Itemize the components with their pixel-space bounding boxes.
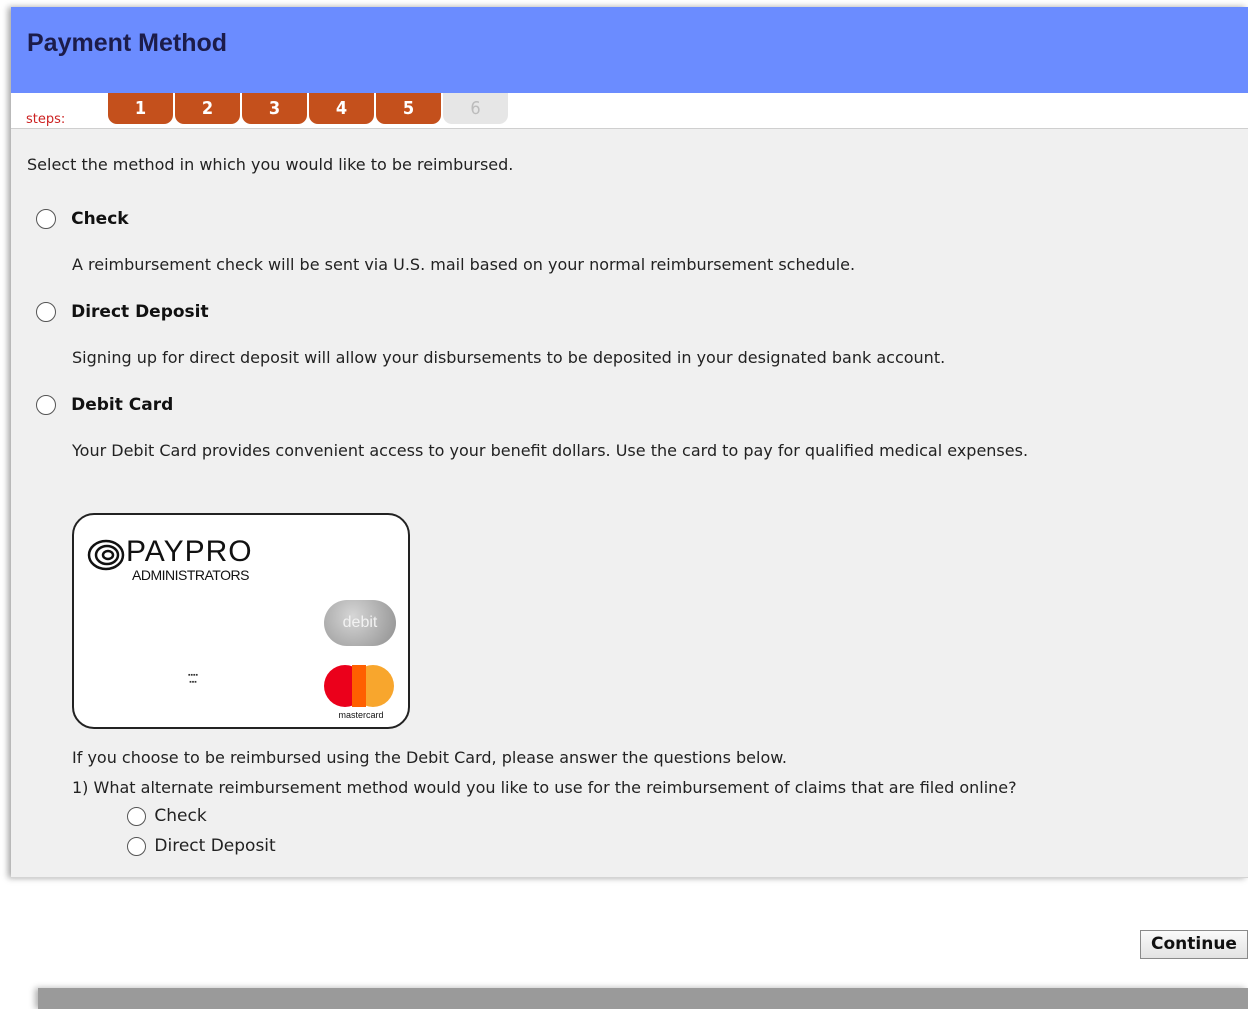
question-1: 1) What alternate reimbursement method w… <box>72 778 1017 797</box>
alt-direct-deposit-label[interactable]: Direct Deposit <box>154 836 275 856</box>
step-4[interactable]: 4 <box>309 93 374 124</box>
option-debit-card-description: Your Debit Card provides convenient acce… <box>72 441 1029 460</box>
option-debit-card-label[interactable]: Debit Card <box>71 395 173 415</box>
debit-badge: debit <box>324 600 396 646</box>
page-title: Payment Method <box>27 29 228 57</box>
footer-bar <box>38 988 1248 1009</box>
paypro-logo-icon <box>87 539 125 571</box>
option-direct-deposit-description: Signing up for direct deposit will allow… <box>72 348 946 367</box>
step-6: 6 <box>443 93 508 124</box>
alt-option-direct-deposit[interactable]: Direct Deposit <box>127 836 276 858</box>
alt-check-radio[interactable] <box>127 806 146 826</box>
page-header: Payment Method <box>11 7 1248 93</box>
step-1[interactable]: 1 <box>108 93 173 124</box>
step-2[interactable]: 2 <box>175 93 240 124</box>
steps-label: steps: <box>26 112 66 127</box>
continue-button[interactable]: Continue <box>1140 930 1248 959</box>
mastercard-logo-icon: mastercard <box>324 663 398 723</box>
option-check-label[interactable]: Check <box>71 209 129 229</box>
option-debit-card[interactable]: Debit Card <box>36 394 173 418</box>
card-chip-marking: ▪▪▪▪ ▪▪▪ <box>188 672 198 686</box>
card-brand: PAYPRO <box>126 535 253 568</box>
step-indicator: steps: 1 2 3 4 5 6 <box>11 93 1248 129</box>
direct-deposit-radio[interactable] <box>36 301 56 322</box>
alt-option-check[interactable]: Check <box>127 806 207 828</box>
check-radio[interactable] <box>36 208 56 229</box>
alt-check-label[interactable]: Check <box>154 806 206 826</box>
debit-card-radio[interactable] <box>36 394 56 415</box>
instructions: Select the method in which you would lik… <box>27 155 514 174</box>
option-check[interactable]: Check <box>36 208 129 232</box>
step-5[interactable]: 5 <box>376 93 441 124</box>
debit-questions-intro: If you choose to be reimbursed using the… <box>72 748 787 767</box>
step-3[interactable]: 3 <box>242 93 307 124</box>
alt-direct-deposit-radio[interactable] <box>127 836 146 856</box>
option-check-description: A reimbursement check will be sent via U… <box>72 255 856 274</box>
option-direct-deposit-label[interactable]: Direct Deposit <box>71 302 209 322</box>
option-direct-deposit[interactable]: Direct Deposit <box>36 301 209 325</box>
card-brand-sub: ADMINISTRATORS <box>132 567 249 583</box>
debit-card-image: PAYPRO ADMINISTRATORS debit ▪▪▪▪ ▪▪▪ mast… <box>72 513 410 729</box>
payment-method-panel: Payment Method steps: 1 2 3 4 5 6 Select… <box>11 7 1248 878</box>
mastercard-label: mastercard <box>338 710 384 720</box>
